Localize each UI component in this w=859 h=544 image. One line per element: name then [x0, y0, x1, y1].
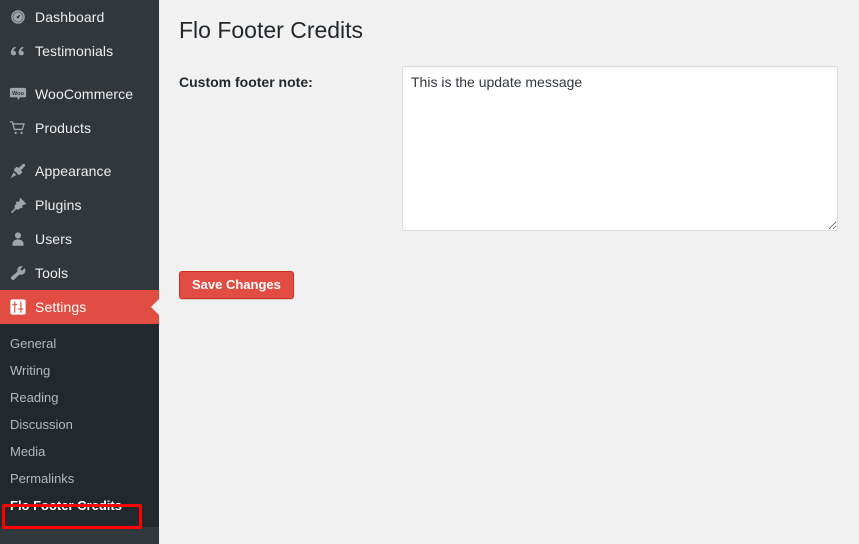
sidebar-item-label: Products — [35, 120, 92, 136]
svg-text:Woo: Woo — [12, 91, 25, 97]
submenu-item-label: Permalinks — [10, 471, 75, 486]
submenu-item-label: Flo Footer Credits — [10, 498, 122, 513]
settings-sliders-icon — [5, 298, 31, 316]
wrench-icon — [5, 264, 31, 282]
custom-footer-note-textarea[interactable] — [402, 66, 838, 231]
submenu-item-reading[interactable]: Reading — [0, 384, 159, 411]
settings-submenu-list: General Writing Reading Discussion Media… — [0, 330, 159, 519]
sidebar-item-testimonials[interactable]: Testimonials — [0, 34, 159, 68]
sidebar-item-appearance[interactable]: Appearance — [0, 154, 159, 188]
sidebar-item-products[interactable]: Products — [0, 111, 159, 145]
sidebar-item-label: Appearance — [35, 163, 112, 179]
submenu-item-media[interactable]: Media — [0, 438, 159, 465]
menu-separator — [0, 68, 159, 77]
submit-area: Save Changes — [179, 271, 294, 299]
submenu-item-discussion[interactable]: Discussion — [0, 411, 159, 438]
submenu-item-label: Reading — [10, 390, 59, 405]
custom-footer-note-label: Custom footer note: — [179, 74, 313, 90]
plug-icon — [5, 196, 31, 214]
menu-separator — [0, 145, 159, 154]
page-title: Flo Footer Credits — [179, 17, 364, 43]
submenu-item-label: General — [10, 336, 57, 351]
submenu-item-label: Media — [10, 444, 46, 459]
save-changes-button[interactable]: Save Changes — [179, 271, 294, 299]
settings-submenu: General Writing Reading Discussion Media… — [0, 324, 159, 527]
submenu-item-general[interactable]: General — [0, 330, 159, 357]
wordpress-admin-screen: Dashboard Testimonials Woo WooCommerce P… — [0, 0, 859, 544]
dashboard-gauge-icon — [5, 8, 31, 26]
submenu-item-flo-footer-credits[interactable]: Flo Footer Credits — [0, 492, 159, 519]
sidebar-item-users[interactable]: Users — [0, 222, 159, 256]
submenu-item-writing[interactable]: Writing — [0, 357, 159, 384]
sidebar-item-label: Dashboard — [35, 9, 105, 25]
sidebar-item-plugins[interactable]: Plugins — [0, 188, 159, 222]
submenu-item-permalinks[interactable]: Permalinks — [0, 465, 159, 492]
sidebar-item-label: Plugins — [35, 197, 82, 213]
sidebar-item-label: Testimonials — [35, 43, 114, 59]
paintbrush-icon — [5, 162, 31, 180]
main-content: Flo Footer Credits Custom footer note: S… — [159, 0, 859, 544]
sidebar-item-label: Settings — [35, 299, 87, 315]
quote-icon — [5, 42, 31, 60]
sidebar-item-label: WooCommerce — [35, 86, 134, 102]
shopping-cart-icon — [5, 119, 31, 137]
submenu-item-label: Writing — [10, 363, 51, 378]
sidebar-item-label: Tools — [35, 265, 69, 281]
sidebar-item-label: Users — [35, 231, 73, 247]
sidebar-item-settings[interactable]: Settings — [0, 290, 159, 324]
woocommerce-bubble-icon: Woo — [5, 85, 31, 103]
submenu-item-label: Discussion — [10, 417, 73, 432]
sidebar-item-dashboard[interactable]: Dashboard — [0, 0, 159, 34]
admin-sidebar: Dashboard Testimonials Woo WooCommerce P… — [0, 0, 159, 544]
sidebar-item-woocommerce[interactable]: Woo WooCommerce — [0, 77, 159, 111]
admin-menu: Dashboard Testimonials Woo WooCommerce P… — [0, 0, 159, 324]
user-icon — [5, 230, 31, 248]
sidebar-item-tools[interactable]: Tools — [0, 256, 159, 290]
